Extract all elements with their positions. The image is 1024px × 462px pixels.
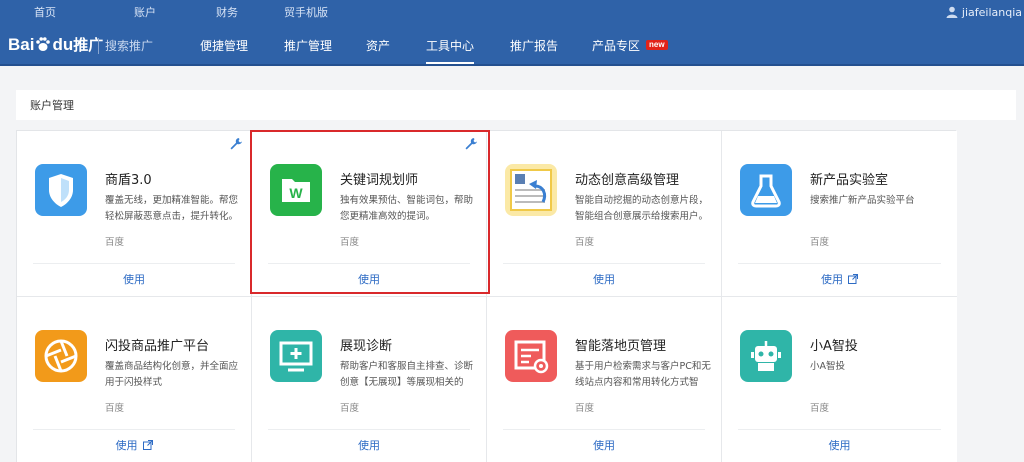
card-vendor: 百度 <box>340 403 360 414</box>
nav-subtitle: 搜索推广 <box>98 38 153 54</box>
top-link-finance[interactable]: 财务 <box>216 0 238 26</box>
nav-item-assets[interactable]: 资产 <box>366 26 390 66</box>
use-link[interactable]: 使用 <box>17 437 251 453</box>
use-link[interactable]: 使用 <box>487 271 721 287</box>
main-nav: Bai du推广 搜索推广 便捷管理 推广管理 资产 工具中心 推广报告 产品专区… <box>0 26 1024 66</box>
flask-icon <box>740 164 792 216</box>
card-desc: 帮助客户和客服自主排查、诊断创意【无展现】等展现相关的问... <box>340 361 474 388</box>
tool-card-new-product-lab: 新产品实验室 搜索推广新产品实验平台 百度 使用 <box>722 131 957 297</box>
top-link-account[interactable]: 账户 <box>134 0 156 26</box>
divider <box>738 429 941 430</box>
card-vendor: 百度 <box>810 403 830 414</box>
use-link[interactable]: 使用 <box>252 271 486 287</box>
section-title: 账户管理 <box>30 99 74 112</box>
shield-icon <box>35 164 87 216</box>
baidu-logo[interactable]: Bai du推广 <box>8 34 103 58</box>
card-vendor: 百度 <box>105 237 125 248</box>
nav-item-report[interactable]: 推广报告 <box>510 26 558 66</box>
card-desc: 覆盖商品结构化创意，并全面应用于闪投样式 <box>105 361 239 388</box>
user-icon <box>946 6 958 18</box>
divider <box>33 429 235 430</box>
document-arrow-icon <box>505 164 557 216</box>
card-title: 闪投商品推广平台 <box>105 339 210 354</box>
monitor-plus-icon <box>270 330 322 382</box>
folder-w-icon: W <box>270 164 322 216</box>
divider <box>503 263 705 264</box>
tool-card-flash-ads: 闪投商品推广平台 覆盖商品结构化创意，并全面应用于闪投样式 百度 使用 <box>17 297 252 462</box>
card-desc: 小A智投 <box>810 361 845 372</box>
card-title: 关键词规划师 <box>340 173 419 188</box>
card-title: 商盾3.0 <box>105 173 152 188</box>
paw-icon <box>36 37 51 51</box>
card-desc: 搜索推广新产品实验平台 <box>810 195 915 206</box>
use-link[interactable]: 使用 <box>722 271 957 287</box>
external-link-icon <box>848 274 858 284</box>
divider <box>738 263 941 264</box>
divider <box>33 263 235 264</box>
use-link[interactable]: 使用 <box>252 437 486 453</box>
tool-grid: 商盾3.0 覆盖无线，更加精准智能。帮您轻松屏蔽恶意点击，提升转化。 百度 使用… <box>16 130 957 462</box>
tool-card-shangdun: 商盾3.0 覆盖无线，更加精准智能。帮您轻松屏蔽恶意点击，提升转化。 百度 使用 <box>17 131 252 297</box>
svg-text:W: W <box>289 185 303 201</box>
card-vendor: 百度 <box>105 403 125 414</box>
top-bar: 首页 账户 财务 贸手机版 jiafeilanqia <box>0 0 1024 26</box>
robot-icon <box>740 330 792 382</box>
wrench-icon[interactable] <box>229 137 243 151</box>
card-desc: 基于用户检索需求与客户PC和无线站点内容和常用转化方式智能... <box>575 361 711 388</box>
user-menu[interactable]: jiafeilanqia <box>946 0 1024 26</box>
card-title: 小A智投 <box>810 339 858 354</box>
top-link-mobile[interactable]: 贸手机版 <box>284 0 328 26</box>
card-vendor: 百度 <box>810 237 830 248</box>
tool-card-display-diagnosis: 展现诊断 帮助客户和客服自主排查、诊断创意【无展现】等展现相关的问... 百度 … <box>252 297 487 462</box>
card-desc: 智能自动挖掘的动态创意片段，智能组合创意展示给搜索用户。 <box>575 195 709 222</box>
card-title: 动态创意高级管理 <box>575 173 680 188</box>
tool-card-landing-page: 智能落地页管理 基于用户检索需求与客户PC和无线站点内容和常用转化方式智能...… <box>487 297 722 462</box>
card-desc: 独有效果预估、智能词包，帮助您更精准高效的提词。 <box>340 195 474 222</box>
wrench-icon[interactable] <box>464 137 478 151</box>
new-badge: new <box>646 40 668 50</box>
divider <box>503 429 705 430</box>
use-link[interactable]: 使用 <box>17 271 251 287</box>
tool-card-dynamic-creative: 动态创意高级管理 智能自动挖掘的动态创意片段，智能组合创意展示给搜索用户。 百度… <box>487 131 722 297</box>
tool-card-keyword-planner: W 关键词规划师 独有效果预估、智能词包，帮助您更精准高效的提词。 百度 使用 <box>252 131 487 297</box>
card-vendor: 百度 <box>575 237 595 248</box>
card-title: 新产品实验室 <box>810 173 889 188</box>
nav-item-products[interactable]: 产品专区 <box>592 26 640 66</box>
use-link[interactable]: 使用 <box>722 437 957 453</box>
external-link-icon <box>142 440 153 450</box>
top-link-home[interactable]: 首页 <box>34 0 56 26</box>
card-vendor: 百度 <box>575 403 595 414</box>
nav-item-tool-center[interactable]: 工具中心 <box>426 26 475 64</box>
nav-item-promotion-manage[interactable]: 推广管理 <box>284 26 332 66</box>
divider <box>268 263 470 264</box>
aperture-icon <box>35 330 87 382</box>
card-title: 智能落地页管理 <box>575 339 667 354</box>
nav-item-quick-manage[interactable]: 便捷管理 <box>200 26 248 66</box>
username: jiafeilanqia <box>961 6 1022 19</box>
section-header: 账户管理 <box>16 90 1016 120</box>
divider <box>268 429 470 430</box>
page-gear-icon <box>505 330 557 382</box>
card-desc: 覆盖无线，更加精准智能。帮您轻松屏蔽恶意点击，提升转化。 <box>105 195 239 222</box>
card-title: 展现诊断 <box>340 339 393 354</box>
use-link[interactable]: 使用 <box>487 437 721 453</box>
card-vendor: 百度 <box>340 237 360 248</box>
tool-card-xiao-a: 小A智投 小A智投 百度 使用 <box>722 297 957 462</box>
